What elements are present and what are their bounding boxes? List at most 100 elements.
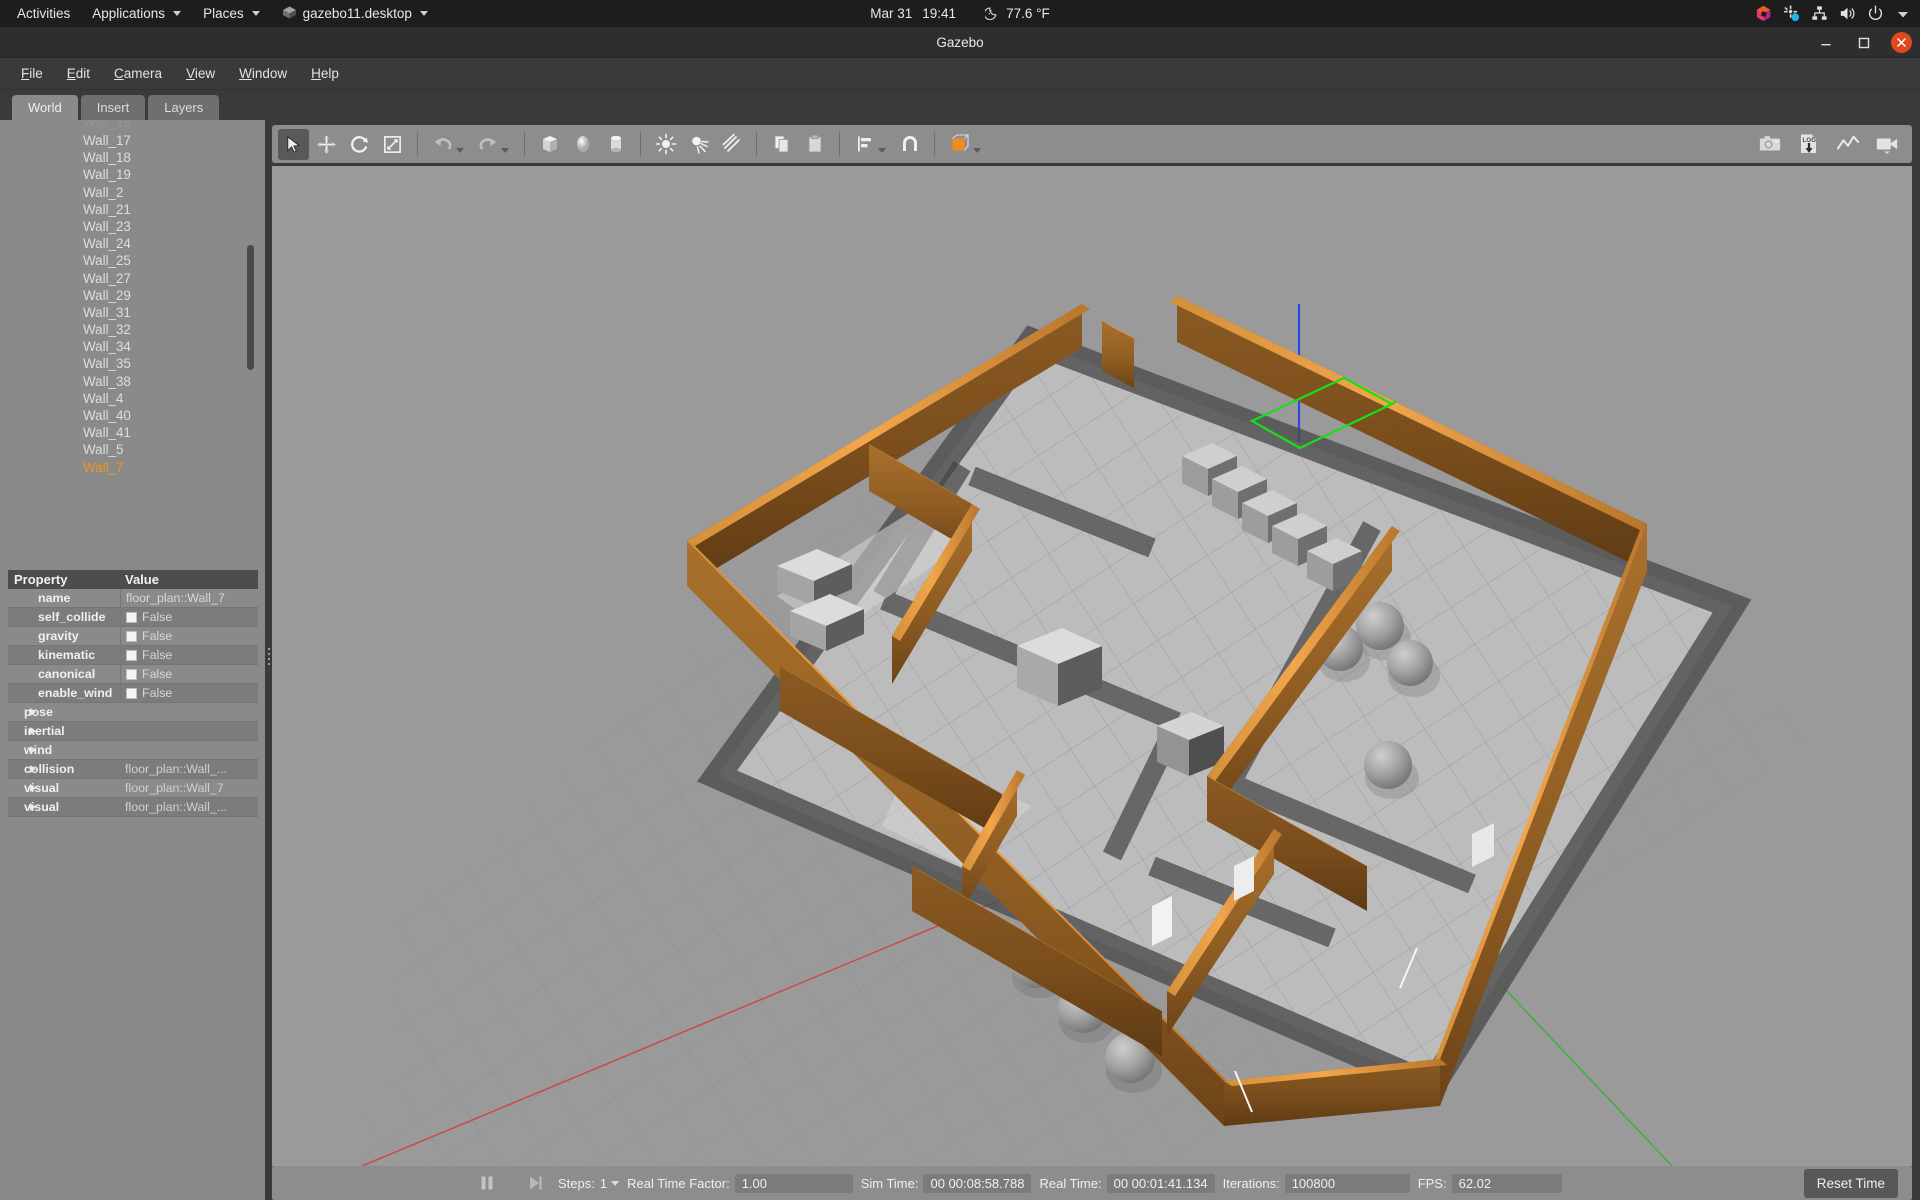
list-item[interactable]: Wall_2 (8, 184, 258, 201)
undo-dropdown-icon[interactable] (456, 148, 464, 153)
table-row[interactable]: gravity False (8, 626, 258, 646)
checkbox[interactable] (126, 687, 137, 699)
list-item-selected[interactable]: Wall_7 (8, 459, 258, 476)
menu-file[interactable]: File (10, 62, 54, 85)
table-row-expandable[interactable]: inertial (8, 722, 258, 741)
tab-world[interactable]: World (12, 95, 78, 120)
list-item[interactable]: Wall_38 (8, 373, 258, 390)
log-record-icon[interactable]: LOG (1793, 129, 1824, 160)
table-row[interactable]: name floor_plan::Wall_7 (8, 588, 258, 608)
property-value[interactable]: False (120, 607, 258, 627)
scale-mode-icon[interactable] (377, 129, 408, 160)
volume-icon[interactable] (1834, 0, 1860, 27)
property-value[interactable]: False (120, 645, 258, 665)
list-item[interactable]: Wall_5 (8, 441, 258, 458)
video-record-icon[interactable] (1871, 129, 1902, 160)
list-item[interactable]: Wall_23 (8, 218, 258, 235)
list-item[interactable]: Wall_40 (8, 407, 258, 424)
chevron-right-icon[interactable] (30, 746, 36, 754)
insert-sphere-icon[interactable] (567, 129, 598, 160)
chevron-right-icon[interactable] (30, 803, 36, 811)
list-item[interactable]: Wall_25 (8, 252, 258, 269)
tab-insert[interactable]: Insert (80, 95, 146, 120)
world-tree[interactable]: Wall_15 Wall_17 Wall_18 Wall_19 Wall_2 W… (8, 120, 258, 560)
active-window-menu[interactable]: gazebo11.desktop (271, 0, 439, 27)
rotate-mode-icon[interactable] (344, 129, 375, 160)
menu-edit[interactable]: Edit (56, 62, 101, 85)
checkbox[interactable] (126, 630, 137, 642)
menu-camera[interactable]: Camera (103, 62, 173, 85)
select-mode-icon[interactable] (278, 128, 309, 160)
step-forward-button[interactable] (520, 1168, 550, 1198)
render-viewport[interactable] (272, 166, 1912, 1166)
list-item[interactable]: Wall_21 (8, 201, 258, 218)
tree-scrollbar[interactable] (247, 245, 254, 370)
list-item[interactable]: Wall_32 (8, 321, 258, 338)
maximize-button[interactable] (1853, 32, 1875, 54)
list-item[interactable]: Wall_4 (8, 390, 258, 407)
point-light-icon[interactable] (650, 129, 681, 160)
applications-menu[interactable]: Applications (81, 0, 192, 27)
checkbox[interactable] (126, 668, 137, 680)
copy-icon[interactable] (766, 129, 797, 160)
chevron-right-icon[interactable] (30, 727, 36, 735)
checkbox[interactable] (126, 611, 137, 623)
list-item[interactable]: Wall_24 (8, 235, 258, 252)
insert-cylinder-icon[interactable] (600, 129, 631, 160)
property-value[interactable]: False (120, 626, 258, 646)
undo-icon[interactable] (427, 129, 458, 160)
weather-indicator[interactable]: 77.6 °F (974, 0, 1061, 27)
panel-splitter[interactable] (265, 90, 272, 1200)
list-item[interactable]: Wall_27 (8, 270, 258, 287)
view-dropdown-icon[interactable] (973, 148, 981, 153)
table-row-expandable[interactable]: wind (8, 741, 258, 760)
list-item[interactable]: Wall_34 (8, 338, 258, 355)
scene-3d[interactable] (272, 166, 1912, 1166)
plot-icon[interactable] (1832, 129, 1863, 160)
network-icon[interactable] (1806, 0, 1832, 27)
menu-view[interactable]: View (175, 62, 226, 85)
table-row-expandable[interactable]: collision floor_plan::Wall_... (8, 760, 258, 779)
align-dropdown-icon[interactable] (878, 148, 886, 153)
menu-help[interactable]: Help (300, 62, 350, 85)
paste-icon[interactable] (799, 129, 830, 160)
checkbox[interactable] (126, 649, 137, 661)
list-item[interactable]: Wall_18 (8, 149, 258, 166)
chevron-right-icon[interactable] (30, 784, 36, 792)
table-row-expandable[interactable]: visual floor_plan::Wall_7 (8, 779, 258, 798)
ubuntu-software-icon[interactable] (1750, 0, 1776, 27)
redo-icon[interactable] (472, 129, 503, 160)
list-item[interactable]: Wall_35 (8, 355, 258, 372)
reset-time-button[interactable]: Reset Time (1803, 1168, 1898, 1198)
view-mode-icon[interactable] (944, 129, 975, 160)
snap-icon[interactable] (894, 129, 925, 160)
list-item[interactable]: Wall_41 (8, 424, 258, 441)
chevron-down-icon[interactable] (1890, 0, 1916, 27)
power-icon[interactable] (1862, 0, 1888, 27)
table-row[interactable]: canonical False (8, 664, 258, 684)
list-item[interactable]: Wall_17 (8, 132, 258, 149)
tab-layers[interactable]: Layers (148, 95, 220, 120)
places-menu[interactable]: Places (192, 0, 271, 27)
table-row-expandable[interactable]: pose (8, 703, 258, 722)
translate-mode-icon[interactable] (311, 129, 342, 160)
table-row[interactable]: self_collide False (8, 607, 258, 627)
property-value[interactable]: False (120, 683, 258, 703)
align-icon[interactable] (849, 129, 880, 160)
pause-button[interactable] (472, 1168, 502, 1198)
chevron-down-icon[interactable] (611, 1180, 620, 1186)
screenshot-icon[interactable] (1754, 129, 1785, 160)
steps-stepper[interactable]: 1 (600, 1176, 620, 1191)
list-item[interactable]: Wall_31 (8, 304, 258, 321)
minimize-button[interactable] (1815, 32, 1837, 54)
redo-dropdown-icon[interactable] (501, 148, 509, 153)
world-tree-list[interactable]: Wall_15 Wall_17 Wall_18 Wall_19 Wall_2 W… (8, 120, 258, 560)
chevron-right-icon[interactable] (30, 765, 36, 773)
settings-sync-icon[interactable] (1778, 0, 1804, 27)
table-row[interactable]: enable_wind False (8, 683, 258, 703)
table-row[interactable]: kinematic False (8, 645, 258, 665)
chevron-right-icon[interactable] (30, 708, 36, 716)
list-item[interactable]: Wall_29 (8, 287, 258, 304)
menu-window[interactable]: Window (228, 62, 298, 85)
directional-light-icon[interactable] (716, 129, 747, 160)
